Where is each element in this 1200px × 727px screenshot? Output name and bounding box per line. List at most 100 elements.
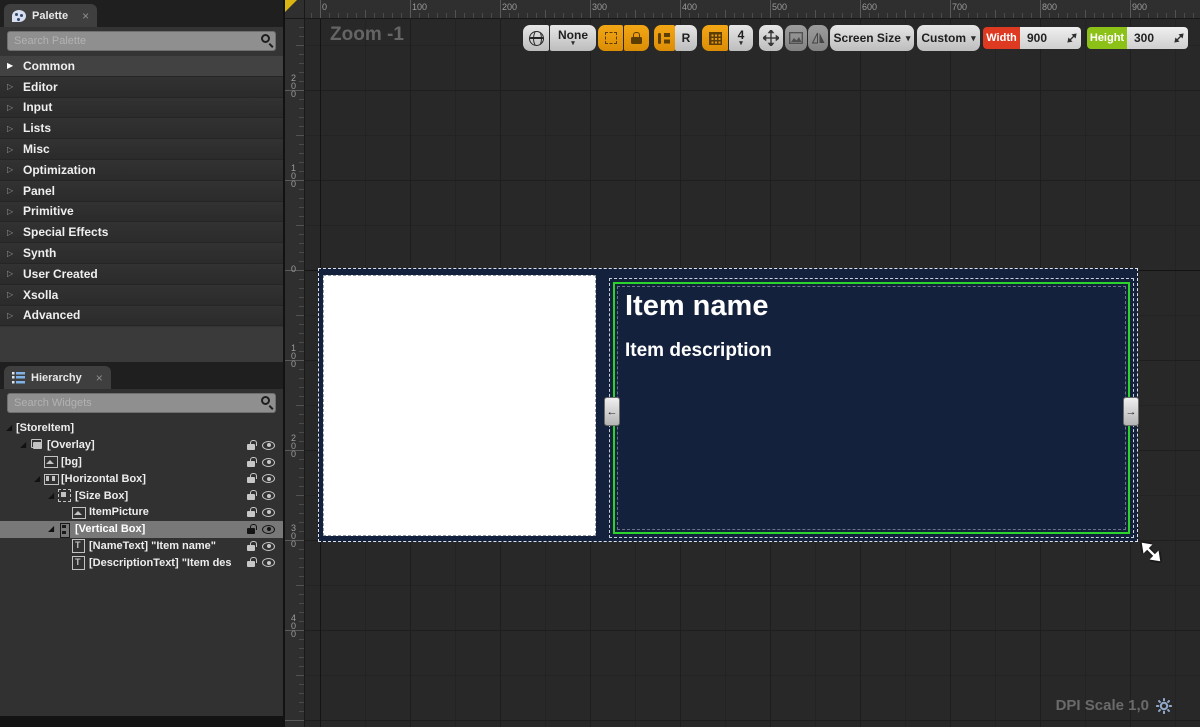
eye-icon[interactable] — [262, 508, 275, 517]
left-arrow-icon: ← — [607, 406, 618, 418]
eye-icon[interactable] — [262, 558, 275, 567]
vertical-box-selection[interactable]: Item name Item description — [613, 282, 1130, 534]
ruler-tick-label: 0 — [289, 265, 298, 273]
lock-open-icon[interactable] — [246, 507, 257, 518]
palette-category[interactable]: ▷ Optimization — [0, 160, 283, 181]
palette-category[interactable]: ▷ User Created — [0, 264, 283, 285]
palette-category[interactable]: ▷ Primitive — [0, 202, 283, 223]
grid-snapping-button[interactable] — [702, 25, 728, 51]
expander-icon[interactable]: ▷ — [7, 124, 16, 133]
expander-icon[interactable]: ▷ — [7, 207, 16, 216]
ruler-corner — [285, 0, 305, 19]
screen-size-dropdown[interactable]: Screen Size ▾ — [830, 25, 914, 51]
flip-preview-button[interactable] — [808, 25, 828, 51]
lock-open-icon[interactable] — [246, 557, 257, 568]
expander-icon[interactable]: ◢ — [20, 440, 30, 450]
close-icon[interactable]: × — [82, 10, 89, 22]
r-toggle-button[interactable]: R — [675, 25, 697, 51]
palette-category[interactable]: ▷ Lists — [0, 118, 283, 139]
preview-background-button[interactable] — [785, 25, 807, 51]
expander-icon[interactable]: ◢ — [48, 491, 58, 501]
expander-icon[interactable]: ▷ — [7, 145, 16, 154]
expander-icon[interactable]: ▷ — [7, 228, 16, 237]
lock-open-icon[interactable] — [246, 440, 257, 451]
align-left-handle[interactable]: ← — [604, 397, 620, 426]
expander-icon[interactable]: ▷ — [7, 82, 16, 91]
tab-hierarchy[interactable]: Hierarchy × — [4, 366, 111, 389]
respect-locks-button[interactable] — [654, 25, 675, 51]
ruler-top[interactable]: 0100200300400500600700800900 — [305, 0, 1200, 19]
palette-category[interactable]: ▷ Input — [0, 98, 283, 119]
expander-icon[interactable]: ◢ — [6, 423, 16, 433]
palette-category[interactable]: ▷ Special Effects — [0, 222, 283, 243]
ruler-tick-label: 100 — [412, 2, 427, 12]
palette-category[interactable]: ▷ Panel — [0, 181, 283, 202]
eye-icon[interactable] — [262, 542, 275, 551]
store-item-widget[interactable]: Item name Item description ← → — [318, 268, 1138, 542]
tree-row[interactable]: [bg] — [0, 454, 283, 471]
palette-category[interactable]: ▷ Editor — [0, 77, 283, 98]
lock-open-icon[interactable] — [246, 473, 257, 484]
ruler-left[interactable]: 2001000100200300400 — [285, 19, 305, 727]
lock-open-icon[interactable] — [246, 490, 257, 501]
lock-open-icon[interactable] — [246, 524, 257, 535]
expander-icon[interactable]: ▷ — [7, 269, 16, 278]
tree-row[interactable]: ◢ [Size Box] — [0, 487, 283, 504]
width-value: 900 — [1027, 31, 1047, 45]
expander-icon[interactable]: ▷ — [7, 249, 16, 258]
tree-row[interactable]: ◢ [Overlay] — [0, 437, 283, 454]
lock-open-icon[interactable] — [246, 457, 257, 468]
name-text[interactable]: Item name — [625, 290, 768, 323]
eye-icon[interactable] — [262, 458, 275, 467]
palette-category[interactable]: ▷ Misc — [0, 139, 283, 160]
tree-row[interactable]: ◢ [Vertical Box] — [0, 521, 283, 538]
expander-icon[interactable]: ▷ — [7, 165, 16, 174]
item-picture-box[interactable] — [323, 275, 596, 536]
expander-icon[interactable]: ▷ — [7, 186, 16, 195]
eye-icon[interactable] — [262, 474, 275, 483]
tab-palette[interactable]: Palette × — [4, 4, 97, 27]
tree-row[interactable]: [NameText] "Item name" — [0, 538, 283, 555]
expander-icon[interactable]: ▷ — [7, 103, 16, 112]
image-icon — [44, 455, 61, 468]
dpi-scale: DPI Scale 1,0 — [1056, 697, 1172, 714]
align-right-handle[interactable]: → — [1123, 397, 1139, 426]
tree-row[interactable]: ItemPicture — [0, 504, 283, 521]
lock-open-icon[interactable] — [246, 541, 257, 552]
grid-size-dropdown[interactable]: 4 ▾ — [729, 25, 753, 51]
ruler-tick-label: 400 — [289, 614, 298, 638]
eye-icon[interactable] — [262, 491, 275, 500]
tree-row[interactable]: [DescriptionText] "Item des — [0, 554, 283, 571]
palette-category[interactable]: ▷ Xsolla — [0, 285, 283, 306]
tree-row-label: [Overlay] — [47, 439, 95, 451]
expander-icon[interactable]: ◢ — [34, 474, 44, 484]
tree-row[interactable]: ◢ [StoreItem] — [0, 420, 283, 437]
gear-icon[interactable] — [1156, 698, 1172, 714]
expander-icon[interactable]: ▷ — [7, 290, 16, 299]
resize-mode-button[interactable] — [759, 25, 783, 51]
width-input[interactable]: 900 — [1020, 27, 1081, 49]
lock-widgets-button[interactable] — [624, 25, 649, 51]
localization-preview-button[interactable] — [523, 25, 549, 51]
description-text[interactable]: Item description — [625, 340, 772, 362]
expander-icon[interactable]: ◢ — [48, 524, 58, 534]
close-icon[interactable]: × — [96, 372, 103, 384]
eye-icon[interactable] — [262, 441, 275, 450]
designer-canvas[interactable]: Zoom -1 Item name Item description ← → N… — [285, 0, 1200, 727]
eye-icon[interactable] — [262, 525, 275, 534]
palette-category[interactable]: ▶ Common — [0, 56, 283, 77]
tree-row[interactable]: ◢ [Horizontal Box] — [0, 470, 283, 487]
expander-icon[interactable]: ▷ — [7, 311, 16, 320]
palette-category[interactable]: ▷ Advanced — [0, 306, 283, 327]
expander-icon[interactable]: ▶ — [7, 61, 16, 70]
ruler-tick-label: 800 — [1042, 2, 1057, 12]
preview-language-dropdown[interactable]: None ▾ — [550, 25, 596, 51]
grid-icon — [709, 32, 722, 45]
toggle-outlines-button[interactable] — [598, 25, 623, 51]
palette-search-input[interactable] — [7, 31, 276, 51]
fill-rule-dropdown[interactable]: Custom ▾ — [917, 25, 980, 51]
height-input[interactable]: 300 — [1127, 27, 1188, 49]
hierarchy-search-input[interactable] — [7, 393, 276, 413]
text-icon — [72, 556, 89, 569]
palette-category[interactable]: ▷ Synth — [0, 243, 283, 264]
